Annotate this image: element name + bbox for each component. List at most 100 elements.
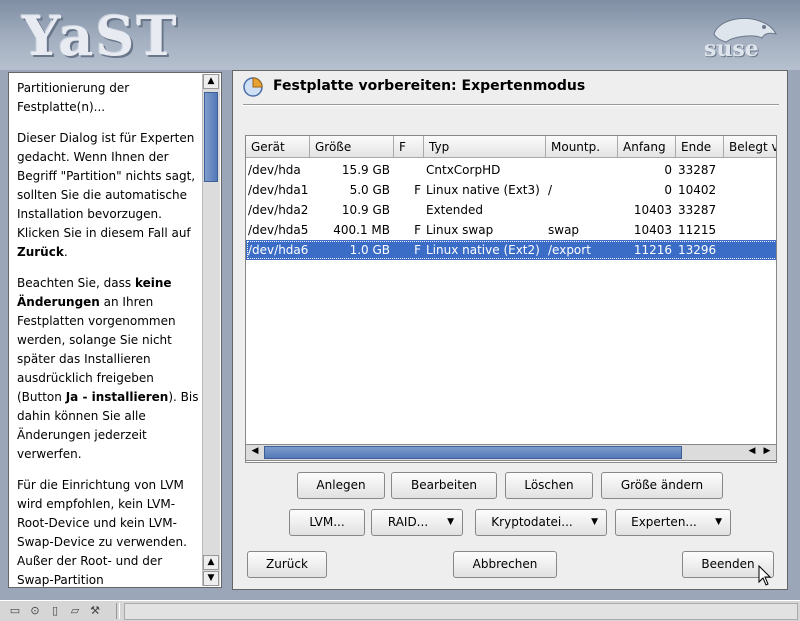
kryptodatei-button[interactable]: Kryptodatei... ▼ — [475, 509, 607, 536]
cell-device: /dev/hda — [248, 163, 301, 177]
help-emphasis: Zurück — [17, 245, 64, 259]
cell-size: 5.0 GB — [349, 183, 390, 197]
cell-start: 10403 — [633, 203, 672, 217]
scroll-left-icon[interactable]: ◀ — [247, 445, 263, 459]
scroll-left-icon[interactable]: ◀ — [746, 445, 758, 459]
experten-button-label: Experten... — [631, 515, 697, 529]
folder-icon[interactable]: ▱ — [68, 604, 82, 618]
page-title: Festplatte vorbereiten: Expertenmodus — [273, 78, 586, 94]
cell-end: 33287 — [678, 163, 717, 177]
anlegen-button[interactable]: Anlegen — [297, 472, 385, 499]
column-header[interactable]: Ende — [676, 136, 724, 158]
zurueck-button[interactable]: Zurück — [247, 551, 327, 578]
column-header[interactable]: Größe — [310, 136, 394, 158]
cell-mount: /export — [548, 243, 591, 257]
raid-button-label: RAID... — [387, 515, 429, 529]
dropdown-arrow-icon: ▼ — [591, 517, 598, 527]
cell-mount: swap — [548, 223, 580, 237]
help-panel: Partitionierung der Festplatte(n)... Dies… — [8, 72, 222, 588]
cell-start: 0 — [664, 183, 672, 197]
help-text-run: Partitionierung der Festplatte(n)... — [17, 81, 130, 114]
column-header[interactable]: Belegt v — [724, 136, 776, 158]
dropdown-arrow-icon: ▼ — [715, 517, 722, 527]
partition-table[interactable]: Gerät Größe F Typ Mountp. Anfang Ende Belegt v … — [245, 135, 777, 463]
table-row[interactable]: /dev/hda6 1.0 GB F Linux native (Ext2) /expo… — [246, 240, 776, 260]
cell-mount: / — [548, 183, 553, 197]
cell-size: 1.0 GB — [349, 243, 390, 257]
kryptodatei-button-label: Kryptodatei... — [491, 515, 573, 529]
scroll-up-icon[interactable]: ▲ — [203, 555, 219, 570]
help-paragraph: Dieser Dialog ist für Experten gedacht. … — [17, 129, 199, 262]
table-row[interactable]: /dev/hda 15.9 GB CntxCorpHD 0 33287 — [246, 160, 776, 180]
help-text: Partitionierung der Festplatte(n)... Dies… — [17, 79, 199, 602]
table-row[interactable]: /dev/hda1 5.0 GB F Linux native (Ext3) / 0 104… — [246, 180, 776, 200]
column-header[interactable]: Typ — [424, 136, 546, 158]
cell-size: 400.1 MB — [333, 223, 390, 237]
cell-size: 15.9 GB — [341, 163, 390, 177]
yast-logo: YaST — [22, 4, 179, 68]
terminal-icon[interactable]: ▭ — [8, 604, 22, 618]
cell-start: 10403 — [633, 223, 672, 237]
cell-f — [396, 200, 421, 220]
help-text-run: an Ihren Festplatten vorgenommen werden,… — [17, 295, 176, 404]
cell-end: 11215 — [678, 223, 717, 237]
experten-button[interactable]: Experten... ▼ — [615, 509, 731, 536]
cell-device: /dev/hda1 — [248, 183, 309, 197]
table-scroll-thumb[interactable] — [264, 446, 682, 459]
home-icon[interactable]: ⊙ — [28, 604, 42, 618]
groesse-aendern-button[interactable]: Größe ändern — [601, 472, 723, 499]
taskbar-separator — [116, 603, 120, 619]
header-banner: YaST suse — [0, 0, 800, 70]
cell-mount — [548, 200, 616, 220]
cell-start: 11216 — [633, 243, 672, 257]
taskbar: ▭ ⊙ ▯ ▱ ⚒ — [0, 600, 800, 621]
disk-partition-icon — [243, 77, 263, 97]
cell-start: 0 — [664, 163, 672, 177]
scroll-down-icon[interactable]: ▼ — [203, 571, 219, 586]
abbrechen-button[interactable]: Abbrechen — [453, 551, 557, 578]
cell-end: 10402 — [678, 183, 717, 197]
help-scrollbar[interactable]: ▲ ▲ ▼ — [202, 74, 220, 586]
cell-f: F — [414, 243, 421, 257]
column-header[interactable]: Mountp. — [546, 136, 618, 158]
document-icon[interactable]: ▯ — [48, 604, 62, 618]
cell-type: CntxCorpHD — [426, 163, 501, 177]
scroll-right-icon[interactable]: ▶ — [760, 445, 774, 459]
bearbeiten-button[interactable]: Bearbeiten — [391, 472, 497, 499]
dropdown-arrow-icon: ▼ — [447, 517, 454, 527]
mouse-cursor-icon — [758, 565, 772, 586]
table-row[interactable]: /dev/hda5 400.1 MB F Linux swap swap 10403 112… — [246, 220, 776, 240]
table-horizontal-scrollbar[interactable]: ◀ ◀ ▶ — [245, 444, 777, 461]
suse-logo-text: suse — [704, 36, 759, 62]
main-panel: Festplatte vorbereiten: Expertenmodus Ge… — [232, 70, 788, 590]
cell-type: Extended — [426, 203, 483, 217]
cell-f — [396, 160, 421, 180]
loeschen-button[interactable]: Löschen — [505, 472, 593, 499]
cell-type: Linux native (Ext3) — [426, 183, 540, 197]
help-text-run: Für die Einrichtung von LVM wird empfohl… — [17, 478, 187, 587]
help-paragraph: Für die Einrichtung von LVM wird empfohl… — [17, 476, 199, 590]
raid-button[interactable]: RAID... ▼ — [371, 509, 463, 536]
cell-f: F — [414, 183, 421, 197]
cell-end: 33287 — [678, 203, 717, 217]
cell-mount — [548, 160, 616, 180]
title-divider — [243, 104, 779, 106]
help-text-run: . — [63, 245, 68, 259]
help-paragraph: Beachten Sie, dass keine Änderungen an I… — [17, 274, 199, 464]
help-scroll-thumb[interactable] — [204, 92, 218, 182]
column-header[interactable]: F — [394, 136, 424, 158]
column-header[interactable]: Gerät — [246, 136, 310, 158]
help-text-run: Dieser Dialog ist für Experten gedacht. … — [17, 131, 196, 240]
cell-size: 10.9 GB — [341, 203, 390, 217]
scroll-up-icon[interactable]: ▲ — [203, 74, 219, 89]
cell-f: F — [414, 223, 421, 237]
taskbar-task-area[interactable] — [124, 603, 798, 620]
cell-device: /dev/hda5 — [248, 223, 309, 237]
tools-icon[interactable]: ⚒ — [88, 604, 102, 618]
cell-end: 13296 — [678, 243, 717, 257]
table-row[interactable]: /dev/hda2 10.9 GB Extended 10403 33287 — [246, 200, 776, 220]
cell-type: Linux native (Ext2) — [426, 243, 540, 257]
lvm-button[interactable]: LVM... — [289, 509, 365, 536]
column-header[interactable]: Anfang — [618, 136, 676, 158]
cell-device: /dev/hda2 — [248, 203, 309, 217]
